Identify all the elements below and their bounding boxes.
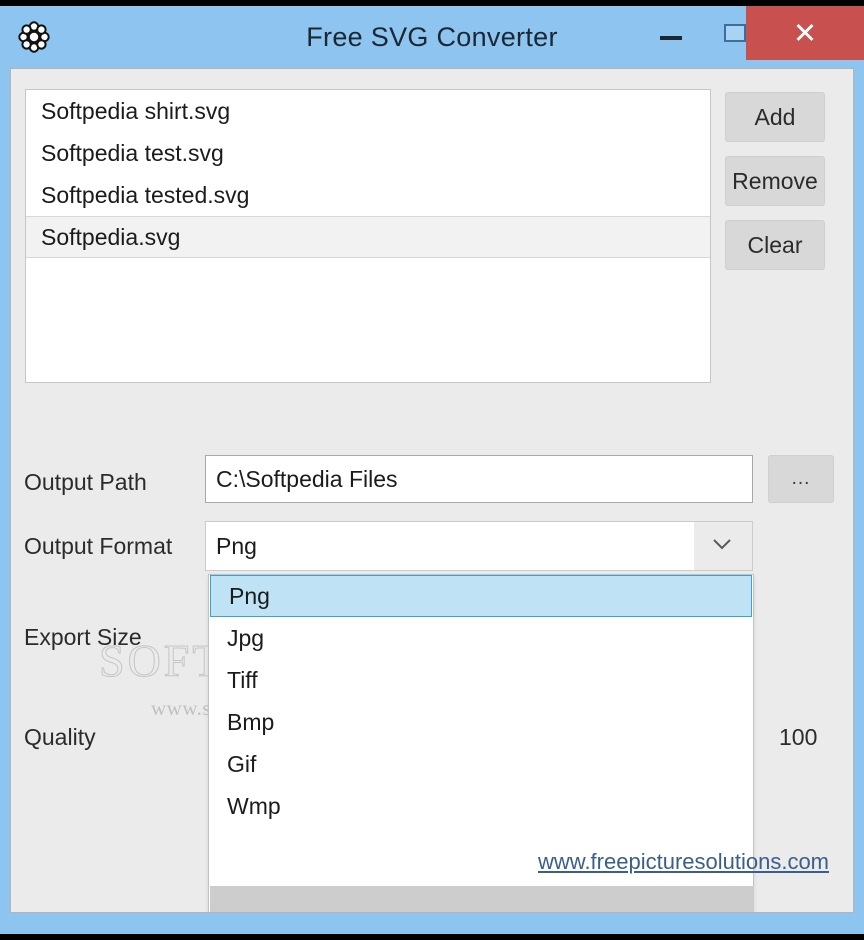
list-item-selected[interactable]: Softpedia.svg: [26, 216, 710, 258]
file-list[interactable]: Softpedia shirt.svg Softpedia test.svg S…: [25, 89, 711, 383]
close-icon: ✕: [792, 16, 818, 50]
output-format-label: Output Format: [24, 533, 173, 559]
dropdown-option-jpg[interactable]: Jpg: [209, 617, 753, 659]
application-window: Free SVG Converter ✕ SOFTPEDIA TM www.so…: [0, 6, 864, 934]
minimize-button[interactable]: [638, 6, 704, 60]
remove-button[interactable]: Remove: [725, 156, 825, 206]
client-area: SOFTPEDIA TM www.softpedia.com Softpedia…: [10, 68, 854, 913]
combobox-arrow-area[interactable]: [694, 522, 752, 570]
clear-button[interactable]: Clear: [725, 220, 825, 270]
quality-value: 100: [779, 724, 818, 750]
website-link[interactable]: www.freepicturesolutions.com: [538, 849, 829, 875]
dropdown-option-wmp[interactable]: Wmp: [209, 785, 753, 827]
export-size-label: Export Size: [24, 624, 142, 650]
quality-label: Quality: [24, 724, 96, 750]
output-format-combobox[interactable]: Png: [205, 521, 753, 571]
output-path-label: Output Path: [24, 469, 147, 495]
dropdown-option-bmp[interactable]: Bmp: [209, 701, 753, 743]
dropdown-option-png[interactable]: Png: [210, 575, 752, 617]
output-path-input[interactable]: C:\Softpedia Files: [205, 455, 753, 503]
output-format-value: Png: [216, 533, 257, 559]
minimize-icon: [660, 36, 682, 40]
list-item[interactable]: Softpedia tested.svg: [26, 174, 710, 216]
chevron-down-icon: [713, 539, 731, 550]
add-button[interactable]: Add: [725, 92, 825, 142]
title-bar[interactable]: Free SVG Converter ✕: [0, 6, 864, 68]
dropdown-option-gif[interactable]: Gif: [209, 743, 753, 785]
maximize-icon: [724, 24, 746, 42]
dropdown-option-tiff[interactable]: Tiff: [209, 659, 753, 701]
dropdown-footer-strip: [210, 886, 754, 912]
close-button[interactable]: ✕: [746, 6, 864, 60]
list-item[interactable]: Softpedia test.svg: [26, 132, 710, 174]
list-item[interactable]: Softpedia shirt.svg: [26, 90, 710, 132]
browse-button[interactable]: ...: [768, 455, 834, 503]
